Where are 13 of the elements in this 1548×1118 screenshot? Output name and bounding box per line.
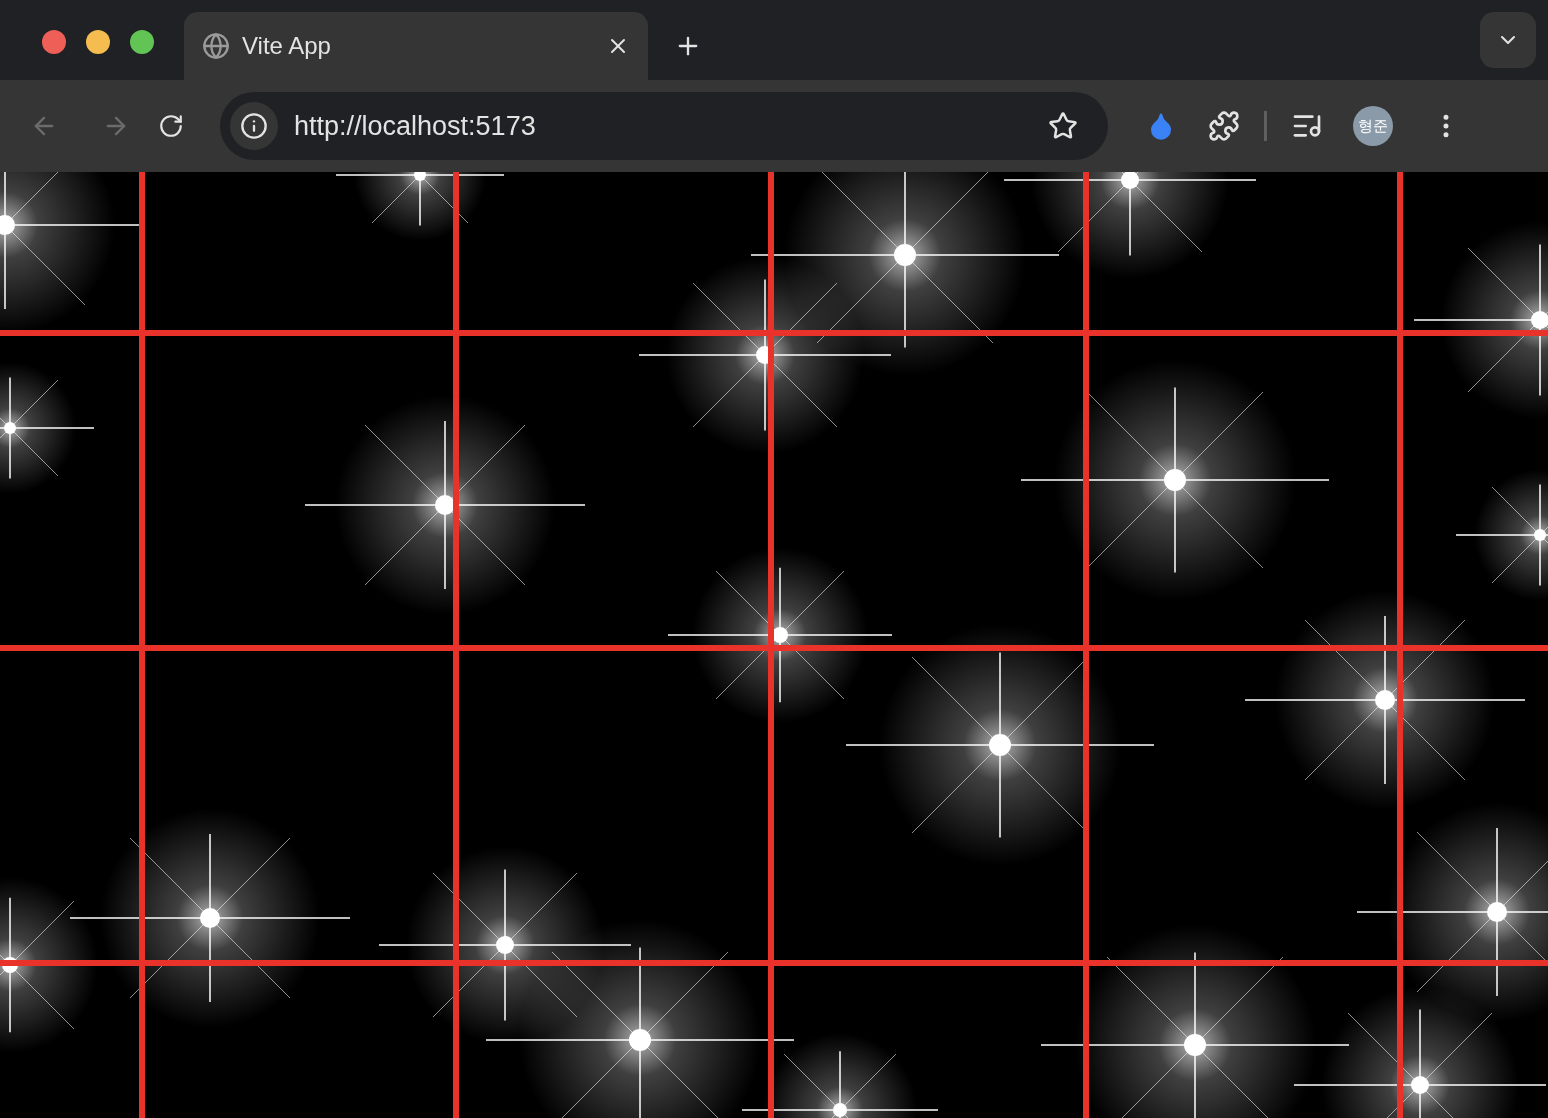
url-text: http://localhost:5173 — [294, 109, 537, 143]
maximize-window-icon[interactable] — [130, 30, 154, 54]
bookmark-star-icon[interactable] — [1048, 111, 1078, 141]
globe-icon — [202, 32, 230, 60]
site-info-button[interactable] — [230, 102, 278, 150]
minimize-window-icon[interactable] — [86, 30, 110, 54]
reload-icon[interactable] — [158, 113, 184, 139]
browser-tab[interactable]: Vite App — [184, 12, 648, 80]
address-bar[interactable]: http://localhost:5173 — [220, 92, 1108, 160]
close-window-icon[interactable] — [42, 30, 66, 54]
tab-title: Vite App — [242, 31, 332, 61]
extensions-icon[interactable] — [1208, 110, 1240, 142]
info-icon — [240, 112, 268, 140]
